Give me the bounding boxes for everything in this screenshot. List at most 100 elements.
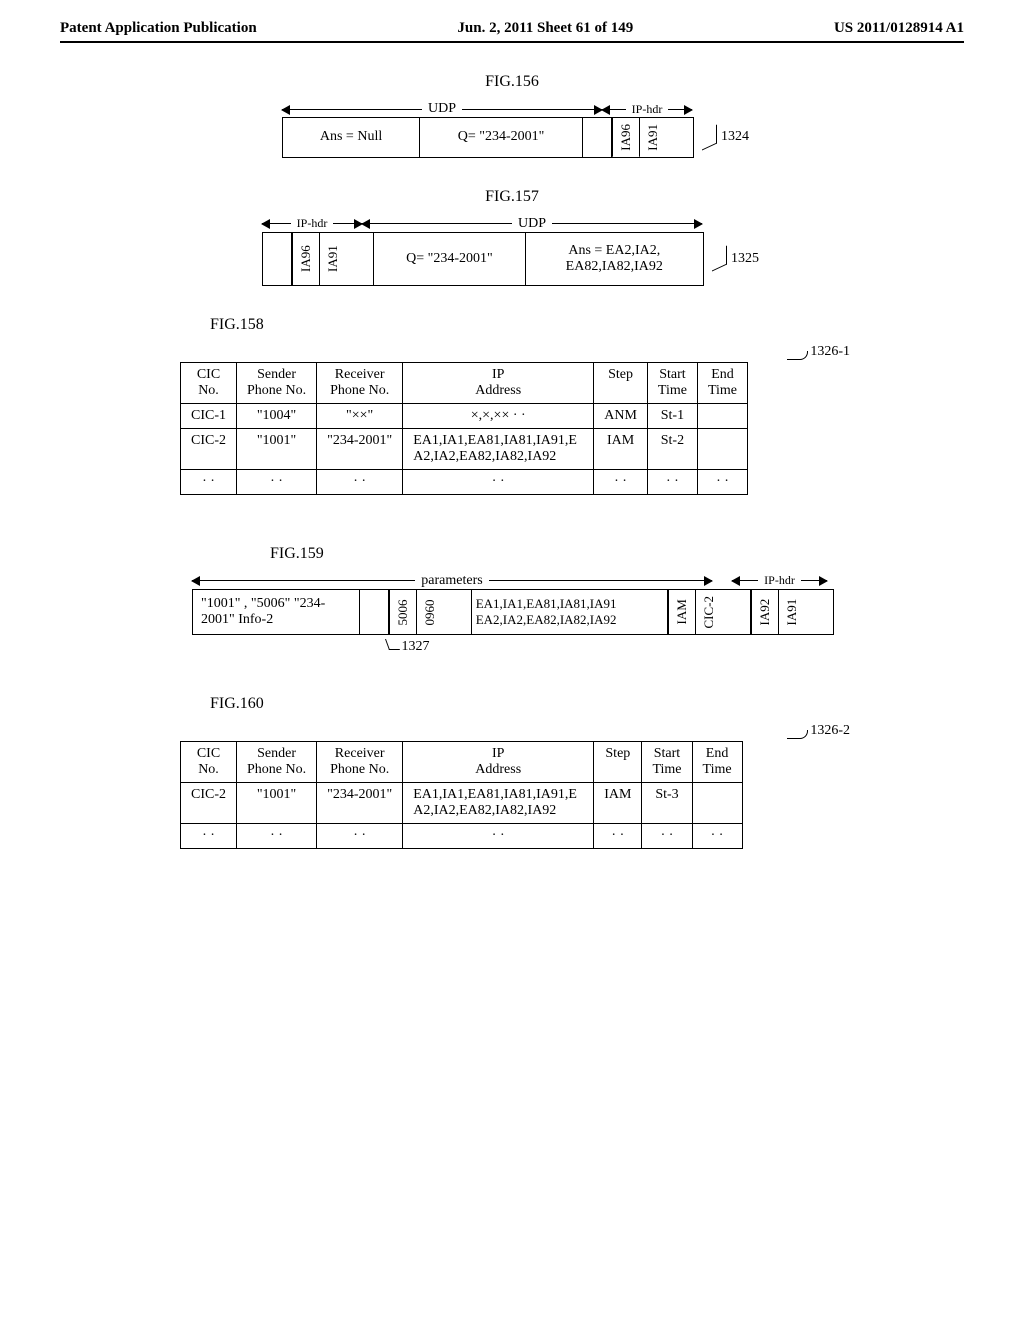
- table-cell: St-2: [647, 428, 697, 469]
- table-cell: · ·: [181, 469, 237, 494]
- table-header: ReceiverPhone No.: [317, 742, 403, 783]
- table-header: EndTime: [692, 742, 742, 783]
- fig160-title: FIG.160: [210, 695, 880, 713]
- fig157-span-udp: UDP: [512, 216, 552, 232]
- table-header: CICNo.: [181, 362, 237, 403]
- table-cell: · ·: [403, 824, 594, 849]
- fig158-title: FIG.158: [210, 316, 880, 334]
- fig159-addr1: IA92: [751, 590, 778, 635]
- table-row: CIC-2"1001""234-2001"EA1,IA1,EA81,IA81,I…: [181, 428, 748, 469]
- fig157-ref: 1325: [710, 251, 759, 267]
- table-cell: EA1,IA1,EA81,IA81,IA91,EA2,IA2,EA82,IA82…: [403, 428, 594, 469]
- table-cell: · ·: [237, 469, 317, 494]
- fig156-title: FIG.156: [485, 73, 539, 91]
- fig159-info: "1001" , "5006" "234-2001" Info-2: [193, 590, 360, 635]
- fig156-addr1: IA96: [612, 118, 639, 157]
- table-cell: · ·: [317, 469, 403, 494]
- table-cell: · ·: [697, 469, 747, 494]
- table-cell: ×,×,×× · ·: [403, 403, 594, 428]
- table-header: SenderPhone No.: [237, 362, 317, 403]
- fig159-port1: 5006: [389, 590, 416, 635]
- fig159-addr2: IA91: [778, 590, 805, 635]
- fig157-span-iphdr: IP-hdr: [291, 216, 334, 231]
- fig157-title: FIG.157: [485, 188, 539, 206]
- table-row: CIC-2"1001""234-2001"EA1,IA1,EA81,IA81,I…: [181, 783, 743, 824]
- figure-159: FIG.159 parameters IP-hdr "1001" , "5006…: [60, 545, 964, 656]
- fig156-span-udp: UDP: [422, 101, 462, 117]
- table-cell: EA1,IA1,EA81,IA81,IA91,EA2,IA2,EA82,IA82…: [403, 783, 594, 824]
- table-cell: "234-2001": [317, 783, 403, 824]
- table-cell: IAM: [594, 783, 642, 824]
- fig159-span-iphdr: IP-hdr: [758, 573, 801, 588]
- table-cell: IAM: [594, 428, 648, 469]
- table-cell: "××": [317, 403, 403, 428]
- table-row: · ·· ·· ·· ·· ·· ·· ·: [181, 469, 748, 494]
- table-cell: · ·: [403, 469, 594, 494]
- table-cell: St-3: [642, 783, 692, 824]
- table-cell: "1001": [237, 783, 317, 824]
- table-header: EndTime: [697, 362, 747, 403]
- table-cell: St-1: [647, 403, 697, 428]
- fig157-addr2: IA91: [319, 233, 346, 285]
- header-center: Jun. 2, 2011 Sheet 61 of 149: [457, 20, 633, 37]
- table-cell: [697, 403, 747, 428]
- fig156-ans: Ans = Null: [283, 118, 420, 157]
- table-header: Step: [594, 362, 648, 403]
- gap: [805, 590, 833, 635]
- table-cell: · ·: [642, 824, 692, 849]
- table-cell: · ·: [317, 824, 403, 849]
- gap: [263, 233, 292, 285]
- table-cell: CIC-2: [181, 783, 237, 824]
- fig157-addr1: IA96: [292, 233, 319, 285]
- gap: [360, 590, 389, 635]
- fig159-port2: 0960: [416, 590, 443, 635]
- table-cell: "1001": [237, 428, 317, 469]
- fig159-iam: IAM: [668, 590, 695, 635]
- gap: [443, 590, 472, 635]
- gap: [346, 233, 375, 285]
- figure-158: FIG.158 1326-1 CICNo.SenderPhone No.Rece…: [180, 316, 880, 495]
- table-cell: · ·: [647, 469, 697, 494]
- table-cell: · ·: [692, 824, 742, 849]
- fig160-table: CICNo.SenderPhone No.ReceiverPhone No.IP…: [180, 741, 743, 849]
- fig157-ans: Ans = EA2,IA2, EA82,IA82,IA92: [526, 233, 703, 285]
- table-cell: [697, 428, 747, 469]
- fig158-ref: 1326-1: [180, 344, 850, 360]
- figure-157: FIG.157 IP-hdr UDP IA96 IA91: [60, 188, 964, 286]
- table-header: Step: [594, 742, 642, 783]
- table-cell: · ·: [181, 824, 237, 849]
- fig156-addr2: IA91: [639, 118, 666, 157]
- table-header: StartTime: [647, 362, 697, 403]
- table-header: SenderPhone No.: [237, 742, 317, 783]
- fig157-q: Q= "234-2001": [374, 233, 525, 285]
- table-cell: "1004": [237, 403, 317, 428]
- table-header: CICNo.: [181, 742, 237, 783]
- gap: [722, 590, 751, 635]
- fig156-ref: 1324: [700, 129, 749, 145]
- fig159-cic: CIC-2: [695, 590, 722, 635]
- table-row: · ·· ·· ·· ·· ·· ·· ·: [181, 824, 743, 849]
- fig159-span-params: parameters: [415, 573, 488, 589]
- fig159-ref: 1327: [387, 639, 832, 655]
- fig158-table: CICNo.SenderPhone No.ReceiverPhone No.IP…: [180, 362, 748, 495]
- gap: [583, 118, 611, 157]
- table-cell: ANM: [594, 403, 648, 428]
- table-header: IPAddress: [403, 742, 594, 783]
- page-header: Patent Application Publication Jun. 2, 2…: [60, 20, 964, 43]
- table-cell: "234-2001": [317, 428, 403, 469]
- table-header: IPAddress: [403, 362, 594, 403]
- fig156-q: Q= "234-2001": [420, 118, 583, 157]
- table-cell: CIC-2: [181, 428, 237, 469]
- table-cell: · ·: [594, 824, 642, 849]
- fig159-title: FIG.159: [270, 545, 324, 563]
- fig160-ref: 1326-2: [180, 723, 850, 739]
- gap: [666, 118, 693, 157]
- table-header: ReceiverPhone No.: [317, 362, 403, 403]
- fig159-addresses: EA1,IA1,EA81,IA81,IA91 EA2,IA2,EA82,IA82…: [472, 590, 669, 635]
- header-right: US 2011/0128914 A1: [834, 20, 964, 37]
- header-left: Patent Application Publication: [60, 20, 257, 37]
- table-cell: · ·: [237, 824, 317, 849]
- table-cell: [692, 783, 742, 824]
- table-cell: · ·: [594, 469, 648, 494]
- table-cell: CIC-1: [181, 403, 237, 428]
